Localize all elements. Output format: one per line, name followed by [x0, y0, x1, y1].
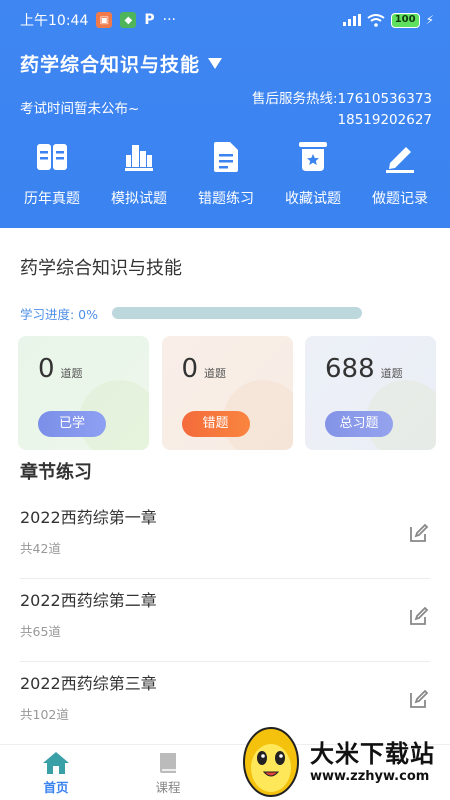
total-button[interactable]: 总习题 [325, 411, 393, 437]
egg-mascot-icon [243, 727, 299, 797]
stat-card-learned[interactable]: 0 道题 已学 [18, 336, 149, 450]
course-title: 药学综合知识与技能 [20, 258, 182, 279]
building-icon [125, 145, 153, 171]
subject-title: 药学综合知识与技能 [20, 54, 201, 76]
nav-mock-exams[interactable]: 模拟试题 [99, 140, 179, 208]
quick-nav: 历年真题 模拟试题 错题练习 收藏试题 做题记录 [0, 140, 450, 208]
wrong-button[interactable]: 错题 [181, 411, 250, 437]
pencil-icon [386, 147, 414, 173]
hotline-line-2: 18519202627 [337, 112, 432, 128]
chapter-name: 2022西药综第三章 [20, 674, 157, 693]
document-icon [214, 142, 238, 172]
subject-selector[interactable]: 药学综合知识与技能 [20, 50, 223, 77]
nav-label: 做题记录 [372, 191, 428, 207]
edit-icon[interactable] [408, 605, 430, 627]
tab-home[interactable]: 首页 [26, 751, 86, 796]
exam-time: 考试时间暂未公布~ [20, 101, 140, 117]
app-notification-icon: ▣ [96, 12, 113, 28]
nav-label: 模拟试题 [111, 191, 167, 207]
nav-label: 历年真题 [24, 191, 80, 207]
dropdown-arrow-icon [208, 57, 223, 69]
chapter-count: 共65道 [20, 624, 61, 639]
edit-icon[interactable] [408, 688, 430, 710]
stats-row: 0 道题 已学 0 道题 错题 688 道题 总习题 [18, 336, 436, 450]
more-icon: ··· [162, 12, 176, 28]
chapter-count: 共42道 [20, 541, 61, 556]
tab-label: 首页 [43, 780, 69, 795]
nav-wrong-practice[interactable]: 错题练习 [186, 140, 266, 208]
chapter-name: 2022西药综第二章 [20, 591, 157, 610]
chapter-name: 2022西药综第一章 [20, 508, 157, 527]
learned-button[interactable]: 已学 [38, 411, 106, 437]
main-content: 药学综合知识与技能 学习进度: 0% 0 道题 已学 0 道题 错题 688 道题 总… [0, 228, 450, 748]
tab-course[interactable]: 课程 [138, 751, 198, 796]
watermark-url: www.zzhyw.com [310, 769, 430, 784]
p-icon: P [144, 12, 155, 28]
progress-label: 学习进度: 0% [20, 307, 99, 322]
header: 上午10:44 ▣ ◆ P ··· 100 ⚡ 药学综合知识与技能 考试时间暂未… [0, 0, 450, 228]
stat-value: 0 道题 [38, 354, 83, 384]
nav-records[interactable]: 做题记录 [360, 140, 440, 208]
android-icon: ◆ [120, 12, 137, 28]
stat-value: 688 道题 [325, 354, 403, 384]
nav-past-exams[interactable]: 历年真题 [12, 140, 92, 208]
progress-bar [112, 307, 362, 319]
edit-icon[interactable] [408, 522, 430, 544]
watermark: 大米下载站 www.zzhyw.com [240, 718, 450, 800]
hotline-line-1: 售后服务热线:17610536373 [251, 91, 432, 107]
signal-icon [342, 14, 361, 26]
section-title: 章节练习 [20, 462, 92, 483]
watermark-title: 大米下载站 [310, 740, 435, 768]
tab-label: 课程 [155, 780, 181, 795]
chapter-item[interactable]: 2022西药综第一章 共42道 [20, 496, 430, 579]
nav-favorites[interactable]: 收藏试题 [273, 140, 353, 208]
stat-card-total[interactable]: 688 道题 总习题 [305, 336, 436, 450]
book-icon [37, 144, 67, 170]
status-time: 上午10:44 [20, 13, 89, 29]
status-bar: 上午10:44 ▣ ◆ P ··· 100 ⚡ [0, 0, 450, 40]
nav-label: 收藏试题 [285, 191, 341, 207]
charging-icon: ⚡ [425, 13, 434, 27]
course-book-icon [160, 753, 176, 773]
service-hotline[interactable]: 售后服务热线:17610536373 18519202627 [252, 89, 432, 131]
chapter-list: 2022西药综第一章 共42道 2022西药综第二章 共65道 2022西药综第… [20, 496, 430, 745]
home-icon [43, 752, 69, 774]
chapter-item[interactable]: 2022西药综第二章 共65道 [20, 579, 430, 662]
stat-card-wrong[interactable]: 0 道题 错题 [161, 336, 293, 450]
star-bookmark-icon [299, 142, 327, 171]
battery-icon: 100 [390, 12, 420, 28]
nav-label: 错题练习 [198, 191, 254, 207]
stat-value: 0 道题 [181, 354, 227, 384]
chapter-count: 共102道 [20, 707, 69, 722]
wifi-icon [367, 13, 385, 27]
